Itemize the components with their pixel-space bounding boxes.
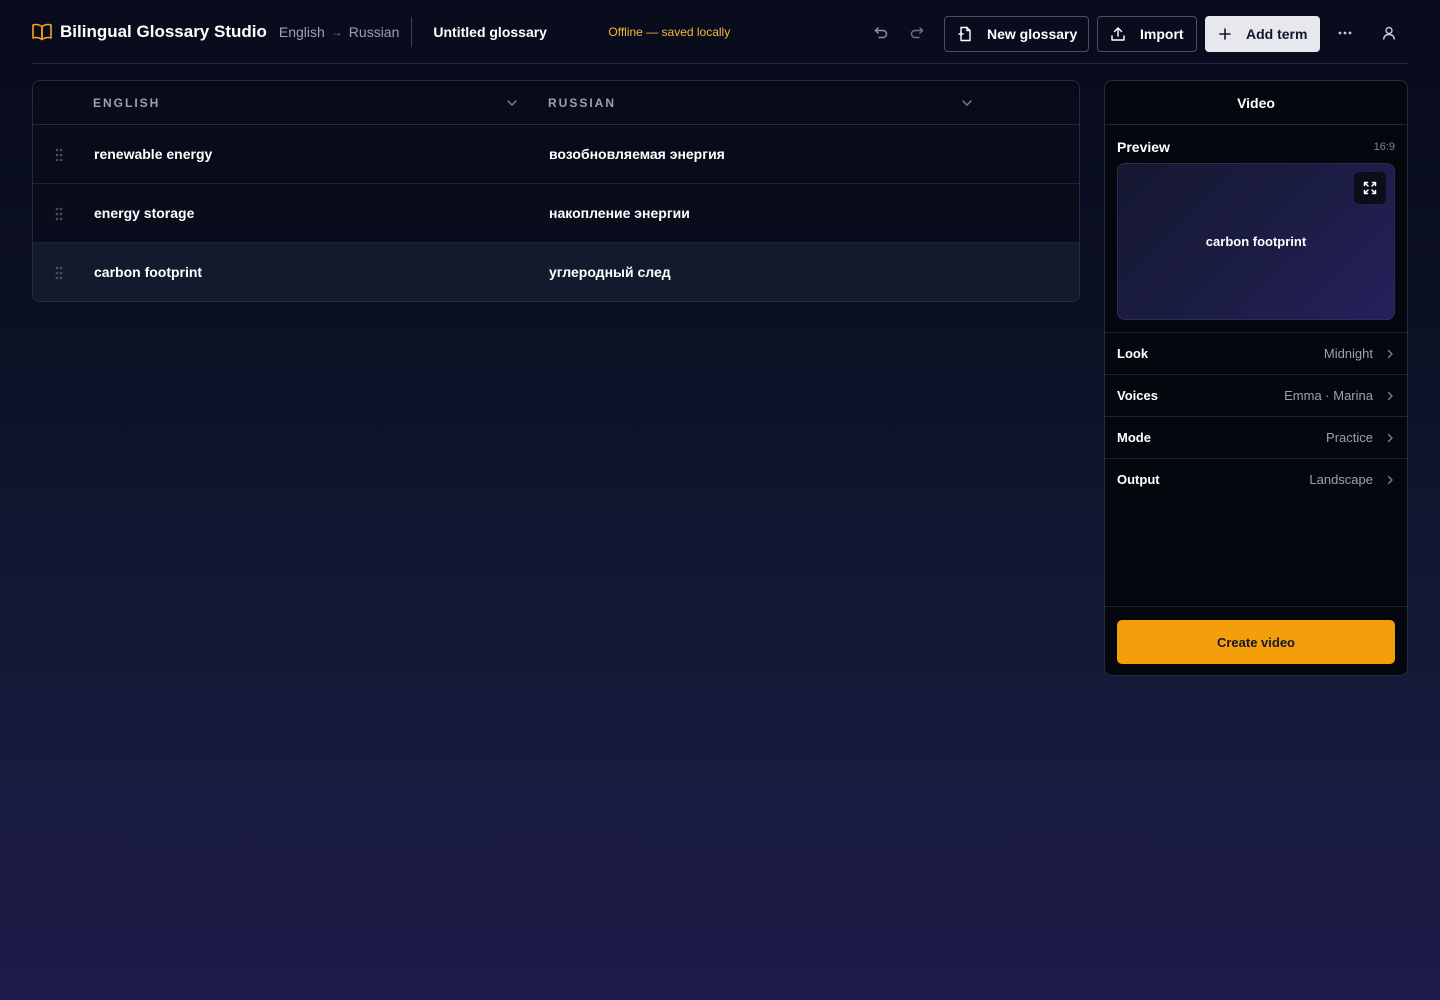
drag-handle-icon[interactable] <box>53 206 65 222</box>
table-row[interactable]: renewable energy возобновляемая энергия <box>33 125 1079 184</box>
fullscreen-button[interactable] <box>1354 172 1386 204</box>
language-pair[interactable]: English → Russian <box>279 24 400 40</box>
more-horizontal-icon <box>1338 31 1352 35</box>
app-header: Bilingual Glossary Studio English → Russ… <box>32 0 1408 64</box>
new-glossary-button[interactable]: New glossary <box>944 16 1089 52</box>
setting-mode[interactable]: Mode Practice <box>1105 416 1407 458</box>
column-header-english[interactable]: ENGLISH <box>93 81 160 125</box>
term-english[interactable]: energy storage <box>94 184 194 242</box>
chevron-right-icon <box>1387 349 1393 358</box>
setting-value: Landscape <box>1309 472 1373 487</box>
book-open-icon <box>32 22 52 42</box>
drag-handle-icon[interactable] <box>53 147 65 163</box>
setting-value: Practice <box>1326 430 1373 445</box>
fullscreen-icon <box>1363 181 1377 195</box>
target-language: Russian <box>348 23 400 40</box>
term-russian[interactable]: возобновляемая энергия <box>549 125 725 183</box>
glossary-table: ENGLISH RUSSIAN renewable energy возобно… <box>32 80 1080 302</box>
drag-handle-icon[interactable] <box>53 265 65 281</box>
video-settings: Look Midnight Voices Emma · Marina Mode … <box>1105 332 1407 500</box>
table-row[interactable]: energy storage накопление энергии <box>33 184 1079 243</box>
term-russian[interactable]: накопление энергии <box>549 184 690 242</box>
chevron-right-icon <box>1387 475 1393 484</box>
user-icon <box>1382 26 1396 40</box>
new-glossary-label: New glossary <box>987 26 1078 42</box>
term-russian[interactable]: углеродный след <box>549 243 671 301</box>
file-plus-icon <box>958 26 971 42</box>
aspect-ratio: 16:9 <box>1373 141 1395 153</box>
app-title: Bilingual Glossary Studio <box>60 21 267 41</box>
preview-term: carbon footprint <box>1205 234 1307 249</box>
undo-button[interactable] <box>870 22 892 44</box>
glossary-title[interactable]: Untitled glossary <box>433 24 608 40</box>
create-video-button[interactable]: Create video <box>1117 620 1395 664</box>
redo-button[interactable] <box>906 22 928 44</box>
table-row-selected[interactable]: carbon footprint углеродный след <box>33 243 1079 301</box>
setting-label: Voices <box>1117 388 1158 403</box>
more-options-button[interactable] <box>1334 22 1356 44</box>
video-panel-title: Video <box>1105 81 1407 125</box>
setting-voices[interactable]: Voices Emma · Marina <box>1105 374 1407 416</box>
account-button[interactable] <box>1378 22 1400 44</box>
setting-value: Emma · Marina <box>1284 388 1373 403</box>
chevron-down-icon[interactable] <box>960 96 974 110</box>
source-language: English <box>278 23 325 40</box>
header-divider <box>411 16 413 47</box>
add-term-button[interactable]: Add term <box>1205 16 1320 52</box>
save-status: Offline — saved locally <box>608 24 731 39</box>
import-label: Import <box>1140 26 1184 42</box>
arrow-right-icon: → <box>330 24 343 39</box>
table-header: ENGLISH RUSSIAN <box>33 81 1079 125</box>
setting-label: Mode <box>1117 430 1151 445</box>
chevron-right-icon <box>1387 391 1393 400</box>
chevron-down-icon[interactable] <box>505 96 519 110</box>
setting-value: Midnight <box>1323 346 1373 361</box>
column-header-russian[interactable]: RUSSIAN <box>548 81 616 125</box>
term-english[interactable]: renewable energy <box>94 125 212 183</box>
video-panel: Video Preview 16:9 carbon footprint Look… <box>1104 80 1408 676</box>
chevron-right-icon <box>1387 433 1393 442</box>
redo-icon <box>910 27 924 39</box>
plus-icon <box>1219 28 1231 40</box>
undo-icon <box>874 27 888 39</box>
history-controls <box>870 22 928 44</box>
video-panel-footer: Create video <box>1105 606 1407 675</box>
setting-label: Look <box>1117 346 1149 361</box>
setting-label: Output <box>1117 472 1160 487</box>
import-button[interactable]: Import <box>1097 16 1197 52</box>
add-term-label: Add term <box>1246 26 1308 42</box>
setting-output[interactable]: Output Landscape <box>1105 458 1407 500</box>
setting-look[interactable]: Look Midnight <box>1105 332 1407 374</box>
video-preview[interactable]: carbon footprint <box>1117 163 1395 320</box>
upload-icon <box>1111 27 1125 41</box>
preview-label: Preview <box>1117 139 1170 155</box>
term-english[interactable]: carbon footprint <box>94 243 202 301</box>
